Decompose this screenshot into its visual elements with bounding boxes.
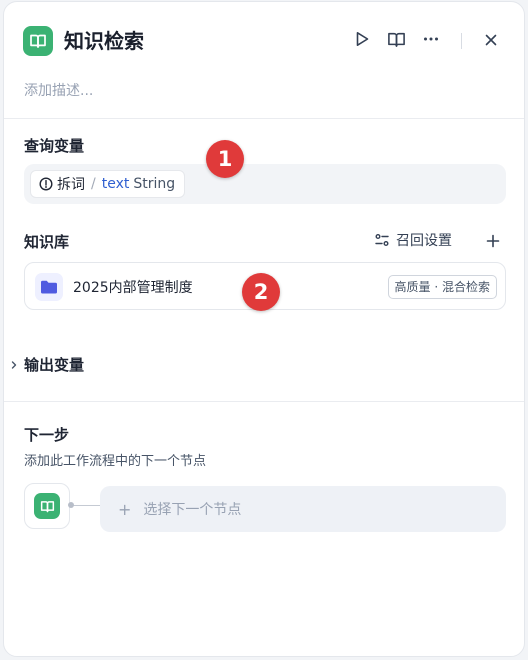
annotation-marker-1: 1 <box>206 140 244 178</box>
divider <box>4 401 524 402</box>
play-icon <box>353 30 371 52</box>
run-button[interactable] <box>349 28 375 54</box>
divider <box>4 118 524 119</box>
folder-icon <box>35 273 63 301</box>
variable-chip[interactable]: 拆词 / text String <box>30 170 186 198</box>
next-step-title: 下一步 <box>24 426 70 444</box>
current-node-card <box>24 483 70 529</box>
connector-dot <box>68 502 74 508</box>
next-step-subtitle: 添加此工作流程中的下一个节点 <box>24 454 207 469</box>
plus-icon: + <box>118 499 132 519</box>
add-knowledge-button[interactable] <box>482 230 504 252</box>
node-connector <box>70 505 100 506</box>
query-variable-title: 查询变量 <box>24 137 85 155</box>
knowledge-book-icon <box>23 26 53 56</box>
close-button[interactable] <box>478 28 504 54</box>
more-button[interactable] <box>418 28 444 54</box>
chevron-right-icon <box>10 360 18 370</box>
header-divider <box>461 33 462 49</box>
description-input[interactable]: 添加描述... <box>24 80 93 100</box>
variable-name: text <box>101 176 130 192</box>
help-docs-button[interactable] <box>383 28 409 54</box>
node-settings-panel: 知识检索 添加描述... 查询变量 拆词 / text String 1 知识库… <box>3 1 525 657</box>
annotation-marker-2: 2 <box>242 273 280 311</box>
select-next-node-button[interactable]: + 选择下一个节点 <box>100 486 506 532</box>
output-variables-title: 输出变量 <box>24 356 85 374</box>
plus-icon <box>486 234 500 248</box>
book-icon <box>387 30 406 53</box>
sliders-icon <box>374 232 390 248</box>
knowledge-book-icon <box>34 493 60 519</box>
query-variable-field[interactable]: 拆词 / text String <box>24 164 506 204</box>
knowledge-name: 2025内部管理制度 <box>73 280 193 296</box>
node-title[interactable]: 知识检索 <box>64 26 144 56</box>
split-node-icon <box>39 177 53 191</box>
more-dots-icon <box>422 30 440 52</box>
output-variables-toggle[interactable]: 输出变量 <box>10 354 84 375</box>
recall-settings-button[interactable]: 召回设置 <box>374 230 452 250</box>
retrieval-mode-badge: 高质量 · 混合检索 <box>387 275 497 299</box>
select-next-node-label: 选择下一个节点 <box>143 502 242 518</box>
variable-source: 拆词 <box>57 177 85 193</box>
variable-separator: / <box>91 176 96 192</box>
recall-settings-label: 召回设置 <box>396 233 452 249</box>
close-icon <box>484 32 498 51</box>
knowledge-base-title: 知识库 <box>24 233 70 251</box>
variable-type: String <box>133 176 176 192</box>
